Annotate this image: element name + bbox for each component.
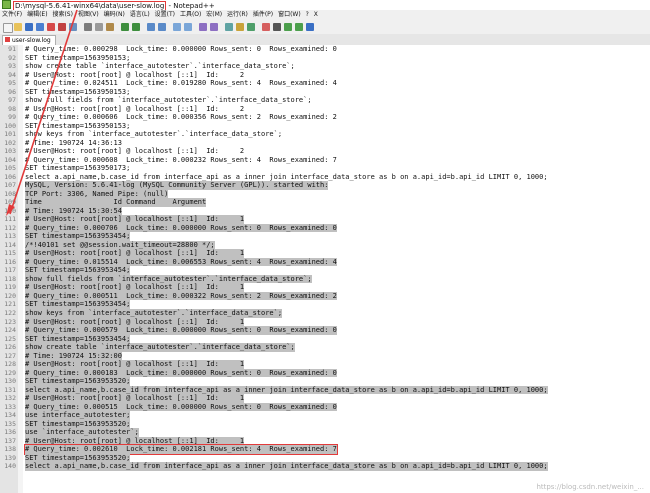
watermark: https://blog.csdn.net/weixin_... xyxy=(536,483,644,491)
annotation-arrow xyxy=(6,9,78,216)
